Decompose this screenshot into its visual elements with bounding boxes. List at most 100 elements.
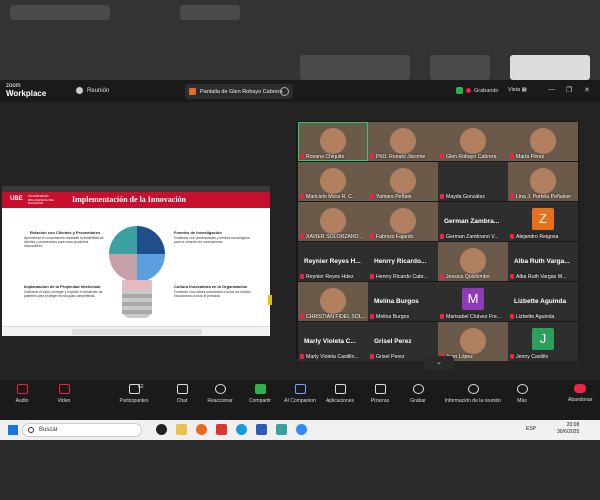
participant-tile[interactable]: Jessica Quichimbo <box>438 242 508 281</box>
participant-name: Henrry Ricardo Cabr... <box>370 274 428 280</box>
participant-video <box>390 128 416 154</box>
participant-tile[interactable]: J Jenny Castillo <box>508 322 578 361</box>
ai-companion-button[interactable]: AI Companion <box>278 384 322 404</box>
participant-tile[interactable]: German Zambra... German Zambrano V... <box>438 202 508 241</box>
participant-tile[interactable]: Marly Violeta C... Marly Violeta Castillo… <box>298 322 368 361</box>
participant-name-text: Lizbette Aguinda <box>516 314 555 320</box>
participant-avatar: M <box>462 288 484 310</box>
participant-name: German Zambrano V... <box>440 234 499 240</box>
participant-tile[interactable]: Fabricio Fajardo <box>368 202 438 241</box>
microphone-muted-icon <box>300 154 304 160</box>
participant-name-text: XAVIER SOLORZANO ... <box>306 234 365 240</box>
participant-tile[interactable]: Maricielo Mora R. C. <box>298 162 368 201</box>
screen-share-tab[interactable]: Pantalla de Glen Robayo Cabrera <box>185 84 293 99</box>
app-icon-2[interactable] <box>276 424 287 435</box>
maximize-icon[interactable]: ❐ <box>566 86 572 94</box>
participant-video <box>460 128 486 154</box>
participant-tile[interactable]: Lizbette Aguinda Lizbette Aguinda <box>508 282 578 321</box>
meeting-menu[interactable]: Reunión <box>76 87 109 94</box>
clock[interactable]: 20:08 30/6/2025 <box>557 422 579 436</box>
zoom-taskbar-icon[interactable] <box>296 424 307 435</box>
participants-button[interactable]: 62 Participantes <box>112 384 156 404</box>
participant-video <box>530 168 556 194</box>
participant-tile[interactable]: Alba Ruth Varga... Alba Ruth Vargas M... <box>508 242 578 281</box>
share-button[interactable]: Compartir <box>238 384 282 404</box>
windows-start-icon[interactable] <box>8 425 18 435</box>
close-icon[interactable]: ✕ <box>584 86 590 94</box>
participant-name-text: Grisel Perez <box>376 354 405 360</box>
participant-name: Lizbette Aguinda <box>510 314 554 320</box>
view-button[interactable]: Vista ▦ <box>508 87 527 93</box>
blurred-background-bottom <box>0 440 600 500</box>
participants-count: 62 <box>138 384 144 390</box>
participant-name-text: Henrry Ricardo Cabr... <box>376 274 428 280</box>
apps-button[interactable]: Aplicaciones <box>318 384 362 404</box>
firefox-icon[interactable] <box>196 424 207 435</box>
panel-handle[interactable] <box>268 295 272 305</box>
participant-name-text: Mayda González <box>446 194 485 200</box>
participant-tile[interactable]: Yamara Peñate <box>368 162 438 201</box>
participant-tile[interactable]: Roxana Chiquito <box>298 122 368 161</box>
microphone-muted-icon <box>300 194 304 200</box>
microphone-muted-icon <box>510 274 514 280</box>
chevron-down-icon[interactable]: ⌄ <box>424 356 454 370</box>
participant-display-name: Reynier Reyes H... <box>304 258 361 265</box>
windows-taskbar: Buscar ESP 20:08 30/6/2025 <box>0 420 600 440</box>
participant-name: Alba Ruth Vargas M... <box>510 274 566 280</box>
meeting-toolbar: Audio Video 62 Participantes Chat Reaccio… <box>0 380 600 420</box>
leave-button[interactable]: Abandonar <box>568 384 592 403</box>
participant-name-text: María Pérez <box>516 154 545 160</box>
record-button[interactable]: Grabar <box>396 384 440 404</box>
microphone-muted-icon <box>440 274 444 280</box>
participant-tile[interactable]: Mayda González <box>438 162 508 201</box>
participant-tile[interactable]: Z Alejandro Reigosa <box>508 202 578 241</box>
edge-icon[interactable] <box>236 424 247 435</box>
language-indicator[interactable]: ESP <box>526 426 536 432</box>
participant-display-name: Melina Burgos <box>374 298 419 305</box>
participant-name: Glen Robayo Cabrera <box>440 154 496 160</box>
lightbulb-band <box>124 280 150 290</box>
file-explorer-icon[interactable] <box>176 424 187 435</box>
more-button[interactable]: Más <box>500 384 544 404</box>
video-button[interactable]: Video <box>42 384 86 404</box>
microphone-muted-icon <box>370 354 374 360</box>
meeting-info-button[interactable]: Información de la reunión <box>440 384 506 404</box>
app-icon[interactable] <box>216 424 227 435</box>
minimize-icon[interactable]: — <box>548 86 555 93</box>
participant-name-text: Reynier Reyes Hdez <box>306 274 354 280</box>
participant-tile[interactable]: Lina J. Portela Peñalver <box>508 162 578 201</box>
participant-tile[interactable]: M Marisabel Chávez Fre... <box>438 282 508 321</box>
participant-name: Maricielo Mora R. C. <box>300 194 353 200</box>
slide-block-head: Cultura Innovadora en la Organización <box>174 284 248 289</box>
microphone-muted-icon <box>510 154 514 160</box>
participant-name-text: Marisabel Chávez Fre... <box>446 314 502 320</box>
participant-avatar: Z <box>532 208 554 230</box>
participant-name-text: Alba Ruth Vargas M... <box>516 274 567 280</box>
participant-name: Jessica Quichimbo <box>440 274 490 280</box>
participant-tile[interactable]: XAVIER SOLORZANO ... <box>298 202 368 241</box>
participant-tile[interactable]: CHRISTIAN FIDEL SOL... <box>298 282 368 321</box>
participant-display-name: Marly Violeta C... <box>304 338 356 345</box>
participant-tile[interactable]: PhD. Renato Jácome <box>368 122 438 161</box>
participant-tile[interactable]: Reynier Reyes H... Reynier Reyes Hdez <box>298 242 368 281</box>
participant-tile[interactable]: María Pérez <box>508 122 578 161</box>
word-icon[interactable] <box>256 424 267 435</box>
shared-slide[interactable]: UBE UNIVERSIDAD BOLIVARIANA DEL ECUADOR … <box>2 186 270 336</box>
participant-video <box>390 168 416 194</box>
participant-tile[interactable]: Glen Robayo Cabrera <box>438 122 508 161</box>
participant-gallery: Roxana Chiquito PhD. Renato Jácome Glen Ro… <box>296 121 579 361</box>
participant-video <box>460 328 486 354</box>
react-button[interactable]: Reaccionar <box>198 384 242 404</box>
participant-tile[interactable]: Henrry Ricardo... Henrry Ricardo Cabr... <box>368 242 438 281</box>
participant-name-text: Glen Robayo Cabrera <box>446 154 497 160</box>
more-options-icon[interactable] <box>280 87 289 96</box>
recording-indicator[interactable]: Grabando <box>456 87 498 94</box>
share-screen-icon <box>254 384 266 394</box>
microphone-muted-icon <box>300 354 304 360</box>
slide-block-head: Implantación de la Propiedad Intelectual <box>24 284 101 289</box>
participant-tile[interactable]: Melina Burgos Melina Burgos <box>368 282 438 321</box>
participant-display-name: Henrry Ricardo... <box>374 258 427 265</box>
audio-button[interactable]: Audio <box>0 384 44 404</box>
taskbar-search[interactable]: Buscar <box>22 423 142 437</box>
task-view-icon[interactable] <box>156 424 167 435</box>
